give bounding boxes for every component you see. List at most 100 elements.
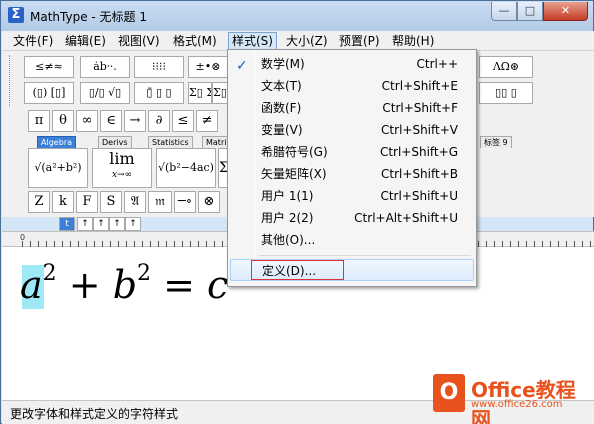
highlight-annotation-box	[251, 260, 344, 280]
embellishments-palette-button[interactable]: ⁝⁝⁝⁝	[134, 56, 184, 78]
relations-palette-button[interactable]: ≤≠≈	[24, 56, 74, 78]
matrices-palette-button[interactable]: ▯▯ ▯	[479, 82, 533, 104]
office-logo-icon: O	[433, 374, 465, 412]
toolbar-grip[interactable]	[9, 55, 13, 107]
infinity-symbol-button[interactable]: ∞	[76, 110, 98, 132]
title-bar: Σ MathType - 无标题 1 — □ ✕	[1, 1, 593, 31]
integrals-palette-button[interactable]: Σ▯	[212, 82, 228, 104]
symbol-k-button[interactable]: k	[52, 191, 74, 213]
menu-preferences[interactable]: 预置(P)	[336, 32, 383, 50]
mathtype-window: Σ MathType - 无标题 1 — □ ✕ 文件(F) 编辑(E) 视图(…	[0, 0, 594, 424]
minimize-button[interactable]: —	[491, 2, 517, 21]
tab-algebra[interactable]: Algebra	[37, 136, 76, 148]
menu-item-label: 数学(M)	[261, 57, 305, 71]
less-equal-symbol-button[interactable]: ≤	[172, 110, 194, 132]
style-menu-item-user2[interactable]: 用户 2(2) Ctrl+Alt+Shift+U	[230, 207, 474, 229]
menu-item-label: 其他(O)...	[261, 233, 316, 247]
menu-view[interactable]: 视图(V)	[115, 32, 163, 50]
fences-palette-button[interactable]: (▯) [▯]	[24, 82, 74, 104]
symbol-fraktur-a-button[interactable]: 𝔄	[124, 191, 146, 213]
small-tab-button-2[interactable]: ↑	[77, 217, 93, 231]
menu-format[interactable]: 格式(M)	[170, 32, 220, 50]
style-menu-item-variable[interactable]: 变量(V) Ctrl+Shift+V	[230, 119, 474, 141]
maximize-button[interactable]: □	[517, 2, 543, 21]
close-button[interactable]: ✕	[543, 2, 588, 21]
element-of-symbol-button[interactable]: ∈	[100, 110, 122, 132]
symbol-s-button[interactable]: S	[100, 191, 122, 213]
symbol-proportional-button[interactable]: ─∘	[174, 191, 196, 213]
pi-symbol-button[interactable]: π	[28, 110, 50, 132]
symbol-f-button[interactable]: F	[76, 191, 98, 213]
menu-item-shortcut: Ctrl+Shift+B	[381, 167, 458, 181]
style-menu-item-vector-matrix[interactable]: 矢量矩阵(X) Ctrl+Shift+B	[230, 163, 474, 185]
status-text: 更改字体和样式定义的字符样式	[10, 407, 179, 421]
var-c: c	[207, 263, 229, 307]
plus-sign: +	[68, 263, 101, 307]
template-limit[interactable]: lim x→∞	[92, 148, 152, 188]
small-tab-button-1[interactable]: t	[59, 217, 75, 231]
tab-derivs[interactable]: Derivs	[98, 136, 132, 148]
exp-b: 2	[137, 261, 152, 286]
equation[interactable]: a2 + b2 = c2	[20, 261, 242, 307]
style-menu-item-greek[interactable]: 希腊符号(G) Ctrl+Shift+G	[230, 141, 474, 163]
partial-symbol-button[interactable]: ∂	[148, 110, 170, 132]
menu-separator	[259, 255, 471, 256]
menu-item-shortcut: Ctrl+Alt+Shift+U	[354, 211, 458, 225]
var-a: a	[20, 263, 43, 307]
style-menu-item-function[interactable]: 函数(F) Ctrl+Shift+F	[230, 97, 474, 119]
menu-item-shortcut: Ctrl+Shift+V	[381, 123, 458, 137]
style-menu-item-math[interactable]: ✓ 数学(M) Ctrl++	[230, 53, 474, 75]
menu-edit[interactable]: 编辑(E)	[62, 32, 109, 50]
office26-watermark: O Office教程网 www.office26.com	[433, 372, 593, 424]
equals-sign: =	[163, 263, 195, 307]
var-b: b	[112, 263, 138, 307]
style-menu-item-user1[interactable]: 用户 1(1) Ctrl+Shift+U	[230, 185, 474, 207]
menu-item-label: 文本(T)	[261, 79, 302, 93]
not-equal-symbol-button[interactable]: ≠	[196, 110, 218, 132]
style-menu-item-other[interactable]: 其他(O)...	[230, 229, 474, 251]
summation-palette-button[interactable]: Σ▯ Σ▯	[188, 82, 212, 104]
watermark-url: www.office26.com	[471, 399, 563, 410]
operators-palette-button[interactable]: ±•⊗	[188, 56, 228, 78]
menu-item-shortcut: Ctrl+Shift+F	[382, 101, 458, 115]
small-tab-button-5[interactable]: ↑	[125, 217, 141, 231]
menu-item-label: 函数(F)	[261, 101, 302, 115]
fractions-radicals-palette-button[interactable]: ▯/▯ √▯	[80, 82, 130, 104]
menu-style[interactable]: 样式(S)	[228, 32, 277, 50]
limit-label: lim	[109, 149, 135, 168]
menu-size[interactable]: 大小(Z)	[283, 32, 331, 50]
exp-a: 2	[42, 261, 57, 286]
menu-item-shortcut: Ctrl++	[416, 57, 458, 71]
small-tab-button-3[interactable]: ↑	[93, 217, 109, 231]
tab-label-9[interactable]: 标签 9	[480, 136, 512, 148]
menu-item-shortcut: Ctrl+Shift+U	[380, 189, 458, 203]
menu-bar: 文件(F) 编辑(E) 视图(V) 格式(M) 样式(S) 大小(Z) 预置(P…	[2, 31, 594, 51]
window-title: MathType - 无标题 1	[30, 10, 147, 24]
menu-item-label: 矢量矩阵(X)	[261, 167, 327, 181]
symbol-z-button[interactable]: Z	[28, 191, 50, 213]
limit-subscript: x→∞	[111, 170, 133, 180]
tab-statistics[interactable]: Statistics	[148, 136, 193, 148]
menu-item-shortcut: Ctrl+Shift+E	[381, 79, 458, 93]
small-tab-button-4[interactable]: ↑	[109, 217, 125, 231]
subscript-palette-button[interactable]: ▯̄ ▯ ▯	[134, 82, 184, 104]
style-menu-item-text[interactable]: 文本(T) Ctrl+Shift+E	[230, 75, 474, 97]
checkmark-icon: ✓	[236, 58, 248, 74]
template-pythagorean-root[interactable]: √(a²+b²)	[28, 148, 88, 188]
menu-item-shortcut: Ctrl+Shift+G	[379, 145, 458, 159]
greek-palette-button[interactable]: ΛΩ⊛	[479, 56, 533, 78]
menu-item-label: 用户 1(1)	[261, 189, 314, 203]
spaces-ellipses-palette-button[interactable]: ȧb⸱·.	[80, 56, 130, 78]
symbol-otimes-button[interactable]: ⊗	[198, 191, 220, 213]
theta-symbol-button[interactable]: θ	[52, 110, 74, 132]
template-discriminant-root[interactable]: √(b²−4ac)	[156, 148, 216, 188]
arrow-symbol-button[interactable]: →	[124, 110, 146, 132]
symbol-fraktur-m-button[interactable]: 𝔪	[148, 191, 172, 213]
mathtype-app-icon: Σ	[8, 7, 24, 23]
menu-item-label: 用户 2(2)	[261, 211, 314, 225]
menu-item-label: 希腊符号(G)	[261, 145, 328, 159]
menu-help[interactable]: 帮助(H)	[389, 32, 437, 50]
menu-item-label: 变量(V)	[261, 123, 303, 137]
menu-file[interactable]: 文件(F)	[10, 32, 56, 50]
style-menu-dropdown: ✓ 数学(M) Ctrl++ 文本(T) Ctrl+Shift+E 函数(F) …	[227, 49, 477, 287]
